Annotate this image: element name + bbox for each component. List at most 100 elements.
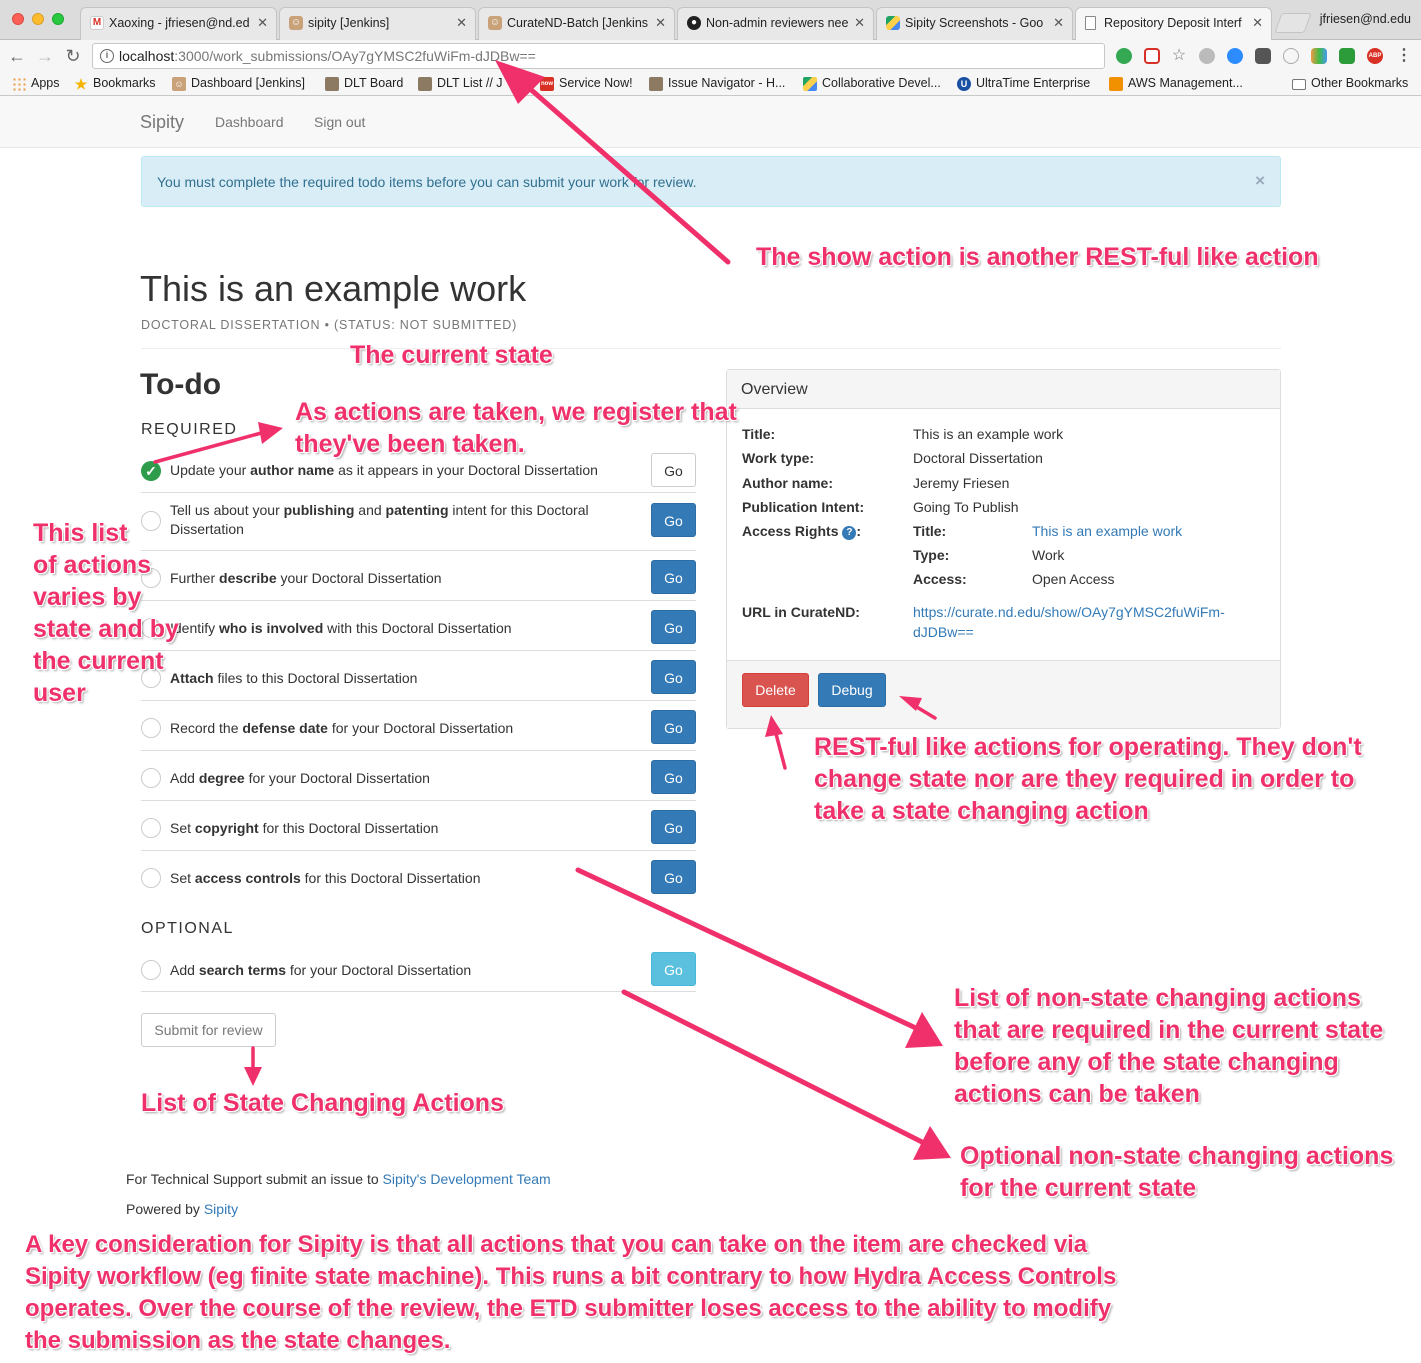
browser-tab-active[interactable]: Repository Deposit Interf ✕ [1075,7,1272,41]
access-label: Access: [913,571,967,587]
nav-dashboard-link[interactable]: Dashboard [215,114,284,130]
info-icon[interactable]: i [100,49,114,63]
circle-extension-icon[interactable] [1283,48,1299,64]
browser-tab[interactable]: Sipity Screenshots - Goo ✕ [876,7,1073,40]
go-button[interactable]: Go [651,810,696,844]
bookmark-label: UltraTime Enterprise [976,76,1091,90]
go-button[interactable]: Go [651,503,696,537]
forward-arrow-icon[interactable]: → [34,45,56,67]
go-button[interactable]: Go [651,560,696,594]
bookmarks-bar: Apps ★ Bookmarks ☺ Dashboard [Jenkins] DLT… [0,72,1421,96]
delete-button[interactable]: Delete [742,673,809,707]
access-value: Open Access [1032,571,1115,587]
bookmark-issue-navigator[interactable]: Issue Navigator - H... [649,76,785,91]
extension-green-icon[interactable] [1116,48,1132,64]
curate-url-link-cont[interactable]: dJDBw== [913,624,974,640]
field-label: Title: [742,426,776,442]
tab-title: Sipity Screenshots - Goo [905,16,1044,30]
tab-close-icon[interactable]: ✕ [1252,15,1263,31]
menu-kebab-icon[interactable]: ⋮ [1396,48,1412,64]
todo-item: Add search terms for your Doctoral Disse… [141,943,696,992]
work-status-subtitle: DOCTORAL DISSERTATION • (STATUS: NOT SUB… [141,318,518,332]
todo-item-text: Update your author name as it appears in… [170,462,598,478]
go-button[interactable]: Go [651,760,696,794]
todo-item: Set copyright for this Doctoral Disserta… [141,801,696,851]
annotation-state-changing: List of State Changing Actions [141,1089,504,1117]
go-button[interactable]: Go [651,710,696,744]
tab-close-icon[interactable]: ✕ [854,15,865,31]
profile-name[interactable]: jfriesen@nd.edu [1320,12,1411,26]
bookmark-ultratime[interactable]: U UltraTime Enterprise [957,76,1091,91]
todo-item: Tell us about your publishing and patent… [141,493,696,551]
todo-item: Further describe your Doctoral Dissertat… [141,551,696,601]
tab-close-icon[interactable]: ✕ [1053,15,1064,31]
brand-link[interactable]: Sipity [140,112,184,133]
bookmark-aws[interactable]: AWS Management... [1109,76,1243,91]
tab-close-icon[interactable]: ✕ [456,15,467,31]
gmail-extension-icon[interactable] [1144,48,1160,64]
check-empty-icon [141,718,161,738]
annotation-registered: As actions are taken, we register that th… [295,398,737,458]
bookmark-label: AWS Management... [1128,76,1243,90]
address-bar[interactable]: i localhost:3000/work_submissions/OAy7gY… [92,43,1105,69]
back-arrow-icon[interactable]: ← [6,45,28,67]
browser-tab[interactable]: M Xaoxing - jfriesen@nd.ed ✕ [80,7,277,40]
todo-item-text: Set access controls for this Doctoral Di… [170,870,481,886]
overview-heading: Overview [727,370,1280,409]
question-icon[interactable]: ? [842,526,857,540]
field-label: Work type: [742,450,815,466]
bookmark-label: Collaborative Devel... [822,76,941,90]
debug-button[interactable]: Debug [818,673,886,707]
green-counter-extension-icon[interactable] [1339,48,1355,64]
go-button[interactable]: Go [651,860,696,894]
drive-icon [803,77,817,91]
submit-for-review-button[interactable]: Submit for review [141,1013,276,1047]
close-icon[interactable]: × [1255,171,1265,191]
go-button[interactable]: Go [651,660,696,694]
bookmark-dlt-list[interactable]: DLT List // J [418,76,503,91]
field-label: Author name: [742,475,833,491]
todo-item-text: Set copyright for this Doctoral Disserta… [170,820,439,836]
cloud-extension-icon[interactable] [1199,48,1215,64]
curate-url-link[interactable]: https://curate.nd.edu/show/OAy7gYMSC2fuW… [913,604,1225,620]
chat-extension-icon[interactable] [1227,48,1243,64]
annotation-show-action: The show action is another REST-ful like… [756,243,1319,271]
access-title-link[interactable]: This is an example work [1032,523,1182,539]
bookmark-other[interactable]: Other Bookmarks [1292,76,1408,90]
window-close-button[interactable] [12,13,24,25]
bookmark-collaborative[interactable]: Collaborative Devel... [803,76,941,91]
shield-extension-icon[interactable] [1255,48,1271,64]
todo-item: Record the defense date for your Doctora… [141,701,696,751]
star-bookmark-icon[interactable]: ☆ [1171,48,1187,64]
servicenow-icon: now [540,77,554,91]
todo-item-text: Identify who is involved with this Docto… [170,620,512,636]
browser-tab[interactable]: ● Non-admin reviewers nee ✕ [677,7,874,40]
tab-close-icon[interactable]: ✕ [655,15,666,31]
bookmark-bookmarks[interactable]: ★ Bookmarks [74,76,156,91]
rainbow-extension-icon[interactable] [1311,48,1327,64]
todo-item: Add degree for your Doctoral Dissertatio… [141,751,696,801]
adblock-icon[interactable]: ABP [1367,48,1383,64]
bookmark-dlt-board[interactable]: DLT Board [325,76,403,91]
todo-alert: You must complete the required todo item… [141,156,1281,207]
tab-title: sipity [Jenkins] [308,16,390,30]
sipity-link[interactable]: Sipity [204,1201,238,1217]
go-button[interactable]: Go [651,610,696,644]
todo-item-text: Add search terms for your Doctoral Disse… [170,962,472,978]
bookmark-apps[interactable]: Apps [12,76,60,91]
bookmark-jenkins[interactable]: ☺ Dashboard [Jenkins] [172,76,305,91]
overview-actions: Delete Debug [727,660,1280,728]
tab-close-icon[interactable]: ✕ [257,15,268,31]
todo-item: Set access controls for this Doctoral Di… [141,851,696,901]
go-button[interactable]: Go [651,952,696,986]
nav-sign-out-link[interactable]: Sign out [314,114,365,130]
jenkins-icon: ☺ [172,77,186,91]
new-tab-button[interactable] [1274,13,1312,33]
dev-team-link[interactable]: Sipity's Development Team [383,1171,551,1187]
browser-tab[interactable]: ☺ sipity [Jenkins] ✕ [279,7,476,40]
window-minimize-button[interactable] [32,13,44,25]
window-zoom-button[interactable] [52,13,64,25]
bookmark-service-now[interactable]: now Service Now! [540,76,633,91]
browser-tab[interactable]: ☺ CurateND-Batch [Jenkins ✕ [478,7,675,40]
reload-icon[interactable]: ↻ [62,45,84,67]
